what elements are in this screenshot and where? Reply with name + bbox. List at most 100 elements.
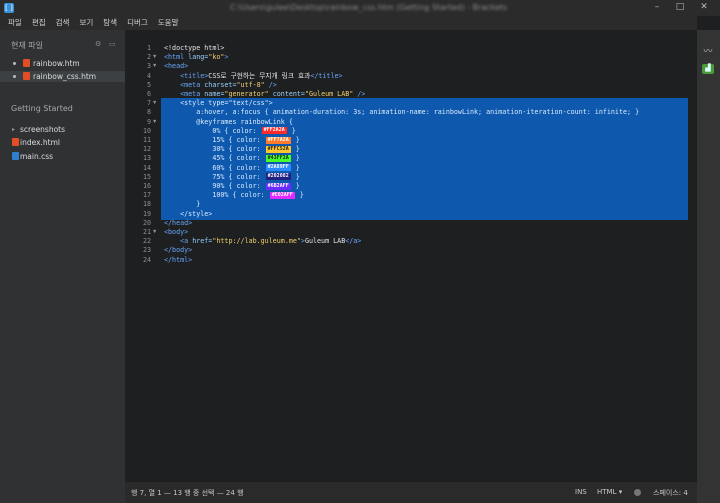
tree-file[interactable]: main.css xyxy=(0,151,125,162)
code-editor[interactable]: 1 <!doctype html> 2 ▼ <html lang="ko"> 3 ▼ <hea… xyxy=(125,30,697,482)
line-number: 3 xyxy=(146,62,151,71)
fold-arrow-icon[interactable]: ▼ xyxy=(153,62,156,71)
code-line[interactable]: 16 90% { color: #6B2AFF } xyxy=(125,182,697,191)
code-token: <head> xyxy=(164,62,189,71)
code-token: <meta xyxy=(164,80,201,89)
code-line[interactable]: 20 </head> xyxy=(125,219,697,228)
code-line[interactable]: 18 } xyxy=(125,200,697,209)
code-token: 75% { color: xyxy=(164,172,265,181)
code-token: } xyxy=(291,172,300,181)
sidebar: 현재 파일 ⚙ ▭ rainbow.htm rainbow_css.htm Ge… xyxy=(0,30,125,503)
code-text: 45% { color: #43FF2A } xyxy=(164,154,300,163)
code-token: > xyxy=(268,99,273,108)
tree-folder[interactable]: ▸ screenshots xyxy=(0,124,125,135)
split-view-icon[interactable]: ▭ xyxy=(109,40,116,48)
line-number: 21 xyxy=(142,228,151,236)
code-token: Guleum LAB xyxy=(304,237,346,246)
menu-navigate[interactable]: 탐색 xyxy=(98,16,122,30)
cursor-position: 행 7, 열 1 — 13 행 중 선택 — 24 행 xyxy=(131,489,244,497)
code-line[interactable]: 1 <!doctype html> xyxy=(125,44,697,53)
color-swatch: #FFC52A xyxy=(265,145,291,153)
line-number: 23 xyxy=(142,246,151,255)
code-token: </head> xyxy=(164,218,193,227)
extension-toolbar: 〰 ▟ xyxy=(697,30,720,503)
line-number: 6 xyxy=(146,90,151,98)
fold-arrow-icon[interactable]: ▼ xyxy=(153,118,156,127)
maximize-icon[interactable]: □ xyxy=(673,1,687,14)
menu-edit[interactable]: 편집 xyxy=(27,16,51,30)
live-preview-icon[interactable]: 〰 xyxy=(702,44,714,57)
fold-arrow-icon[interactable]: ▼ xyxy=(153,99,156,108)
working-file-item[interactable]: rainbow.htm xyxy=(0,58,125,69)
code-text: 100% { color: #E02AFF } xyxy=(164,191,304,200)
indent-setting[interactable]: 스페이스: 4 xyxy=(653,488,688,498)
code-line[interactable]: 12 30% { color: #FFC52A } xyxy=(125,145,697,154)
line-number: 14 xyxy=(142,163,151,172)
language-select[interactable]: HTML ▾ xyxy=(597,488,622,496)
extension-manager-icon[interactable]: ▟ xyxy=(702,64,714,74)
code-token: 0% { color: xyxy=(164,126,261,135)
code-line[interactable]: 19 </style> xyxy=(125,210,697,219)
code-line[interactable]: 7 ▼ <style type="text/css"> xyxy=(125,99,697,108)
code-token: <style xyxy=(164,99,205,108)
code-token: charset= xyxy=(200,80,237,89)
code-line[interactable]: 8 a:hover, a:focus { animation-duration:… xyxy=(125,108,697,117)
line-number: 13 xyxy=(142,154,151,163)
code-line[interactable]: 13 45% { color: #43FF2A } xyxy=(125,154,697,163)
code-line[interactable]: 9 ▼ @keyframes rainbowLink { xyxy=(125,118,697,127)
code-text: </body> xyxy=(164,246,192,255)
code-line[interactable]: 10 0% { color: #FF2A2A } xyxy=(125,127,697,136)
code-token: 30% { color: xyxy=(164,145,265,154)
close-icon[interactable]: ✕ xyxy=(697,1,711,14)
menu-view[interactable]: 보기 xyxy=(74,16,98,30)
code-line[interactable]: 14 60% { color: #2A89FF } xyxy=(125,164,697,173)
code-text: 0% { color: #FF2A2A } xyxy=(164,126,295,136)
code-token: 15% { color: xyxy=(164,136,265,144)
fold-arrow-icon[interactable]: ▼ xyxy=(153,53,156,62)
code-line[interactable]: 4 <title>CSS로 구현하는 무지개 링크 효과</title> xyxy=(125,72,697,81)
color-swatch: #E02AFF xyxy=(269,191,295,199)
code-line[interactable]: 5 <meta charset="utf-8" /> xyxy=(125,81,697,90)
code-text: <style type="text/css"> xyxy=(164,99,273,108)
code-line[interactable]: 11 15% { color: #FF7A2A } xyxy=(125,136,697,145)
code-line[interactable]: 22 <a href="http://lab.guleum.me">Guleum… xyxy=(125,237,697,246)
working-file-item-active[interactable]: rainbow_css.htm xyxy=(0,71,125,82)
code-token: "ko" xyxy=(208,53,225,62)
fold-arrow-icon[interactable]: ▼ xyxy=(153,228,156,237)
code-token: a:hover, a:focus { animation-duration: 3… xyxy=(164,108,640,117)
code-line[interactable]: 17 100% { color: #E02AFF } xyxy=(125,191,697,200)
html-file-icon xyxy=(23,59,30,67)
linter-status-icon[interactable] xyxy=(634,489,641,496)
code-text: a:hover, a:focus { animation-duration: 3… xyxy=(164,108,639,117)
line-number: 15 xyxy=(142,172,151,181)
code-line[interactable]: 6 <meta name="generator" content="Guleum… xyxy=(125,90,697,99)
code-text: <title>CSS로 구현하는 무지개 링크 효과</title> xyxy=(164,71,342,81)
code-line[interactable]: 23 </body> xyxy=(125,246,697,255)
tree-file[interactable]: index.html xyxy=(0,137,125,148)
line-number: 16 xyxy=(142,182,151,190)
code-token: <a xyxy=(164,237,189,246)
minimize-icon[interactable]: – xyxy=(650,1,664,14)
code-token: /> xyxy=(264,80,277,89)
code-line[interactable]: 24 </html> xyxy=(125,256,697,265)
code-token: <title> xyxy=(164,71,209,80)
menu-debug[interactable]: 디버그 xyxy=(122,16,153,30)
menu-help[interactable]: 도움말 xyxy=(153,16,184,30)
project-title[interactable]: Getting Started xyxy=(11,104,73,113)
code-token: } xyxy=(291,154,300,163)
code-token: /> xyxy=(353,90,366,98)
menu-find[interactable]: 검색 xyxy=(51,16,75,30)
code-line[interactable]: 2 ▼ <html lang="ko"> xyxy=(125,53,697,62)
window-title: C:\Users\gulee\Desktop\rainbow_css.htm (… xyxy=(230,3,508,12)
code-line[interactable]: 3 ▼ <head> xyxy=(125,62,697,71)
menu-file[interactable]: 파일 xyxy=(3,16,27,30)
line-number: 20 xyxy=(142,218,151,227)
insert-mode-toggle[interactable]: INS xyxy=(575,488,587,496)
gear-icon[interactable]: ⚙ xyxy=(95,40,101,48)
line-number: 8 xyxy=(146,108,151,117)
code-line[interactable]: 15 75% { color: #202082 } xyxy=(125,173,697,182)
code-line[interactable]: 21 ▼ <body> xyxy=(125,228,697,237)
working-files-title: 현재 파일 xyxy=(11,41,43,50)
code-text: 60% { color: #2A89FF } xyxy=(164,164,299,173)
line-number: 18 xyxy=(142,200,151,209)
